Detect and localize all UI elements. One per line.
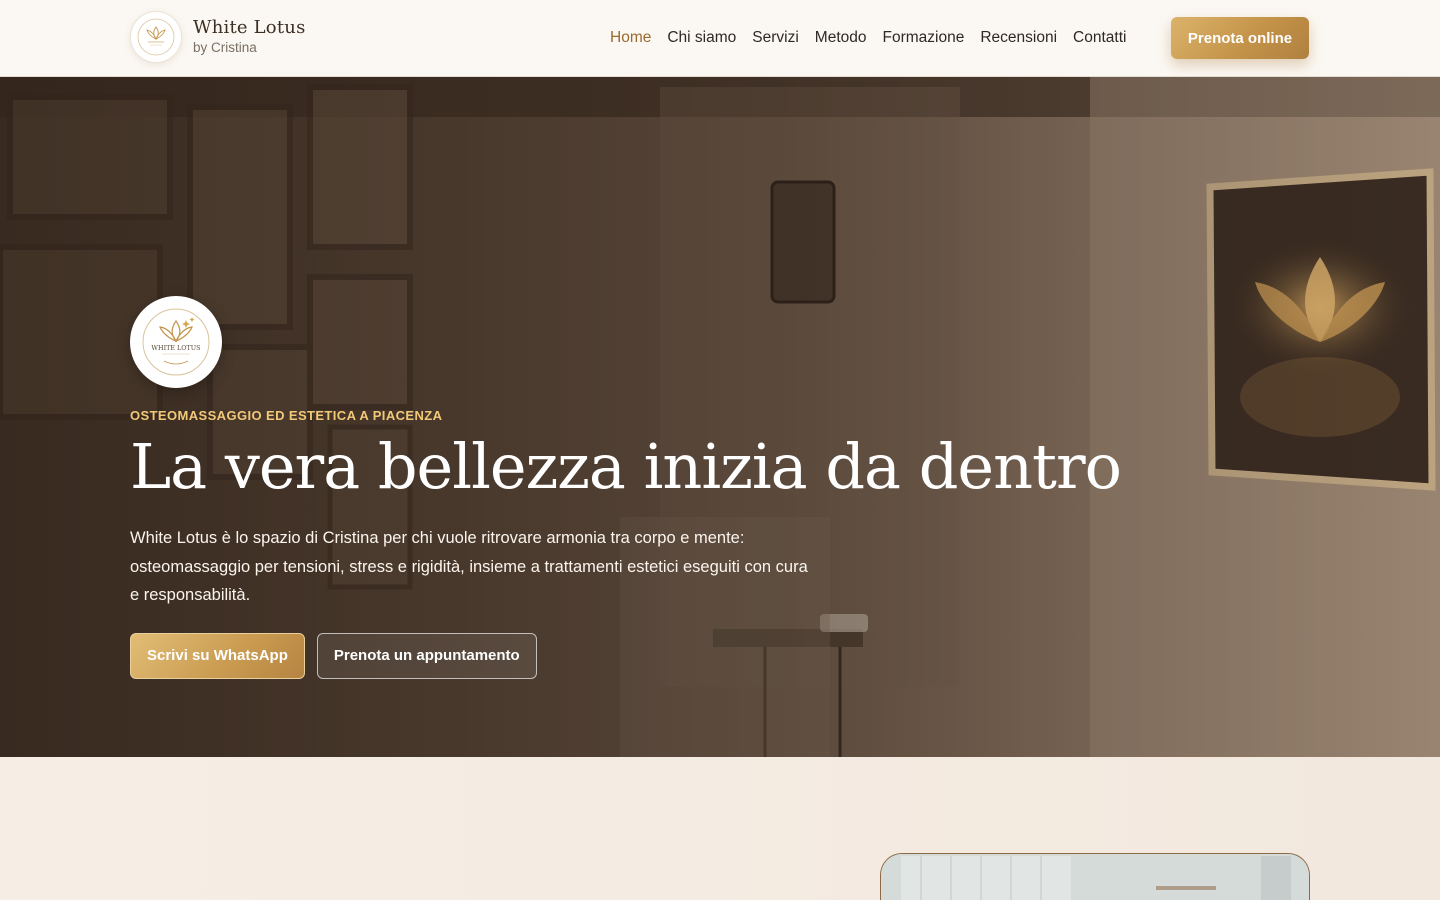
nav-formazione[interactable]: Formazione (883, 27, 965, 49)
nav-recensioni[interactable]: Recensioni (980, 27, 1057, 49)
about-section (0, 757, 1440, 900)
book-appointment-button[interactable]: Prenota un appuntamento (316, 632, 537, 679)
nav-metodo[interactable]: Metodo (815, 27, 867, 49)
whatsapp-button[interactable]: Scrivi su WhatsApp (130, 632, 305, 679)
hero-eyebrow: OSTEOMASSAGGIO ED ESTETICA A PIACENZA (130, 408, 443, 423)
brand-name: White Lotus (193, 17, 306, 38)
hero-section: WHITE LOTUS OSTEOMASSAGGIO ED ESTETICA A… (0, 77, 1440, 757)
nav-chi-siamo[interactable]: Chi siamo (667, 27, 736, 49)
brand[interactable]: White Lotus by Cristina (130, 11, 306, 63)
about-image (881, 854, 1309, 900)
svg-text:WHITE LOTUS: WHITE LOTUS (151, 344, 200, 352)
main-nav: Home Chi siamo Servizi Metodo Formazione… (610, 27, 1142, 49)
hero-description: White Lotus è lo spazio di Cristina per … (130, 529, 808, 604)
lotus-logo-icon (130, 11, 182, 63)
hero-actions: Scrivi su WhatsApp Prenota un appuntamen… (130, 632, 1130, 679)
about-image-card (880, 853, 1310, 900)
nav-home[interactable]: Home (610, 27, 651, 49)
lotus-logo-icon: WHITE LOTUS (130, 296, 222, 388)
nav-servizi[interactable]: Servizi (752, 27, 799, 49)
book-online-button[interactable]: Prenota online (1171, 17, 1309, 59)
nav-contatti[interactable]: Contatti (1073, 27, 1126, 49)
hero-content: WHITE LOTUS OSTEOMASSAGGIO ED ESTETICA A… (130, 296, 1130, 679)
hero-title: La vera bellezza inizia da dentro (130, 430, 1122, 503)
brand-subtitle: by Cristina (193, 40, 257, 55)
site-header: White Lotus by Cristina Home Chi siamo S… (0, 0, 1440, 77)
